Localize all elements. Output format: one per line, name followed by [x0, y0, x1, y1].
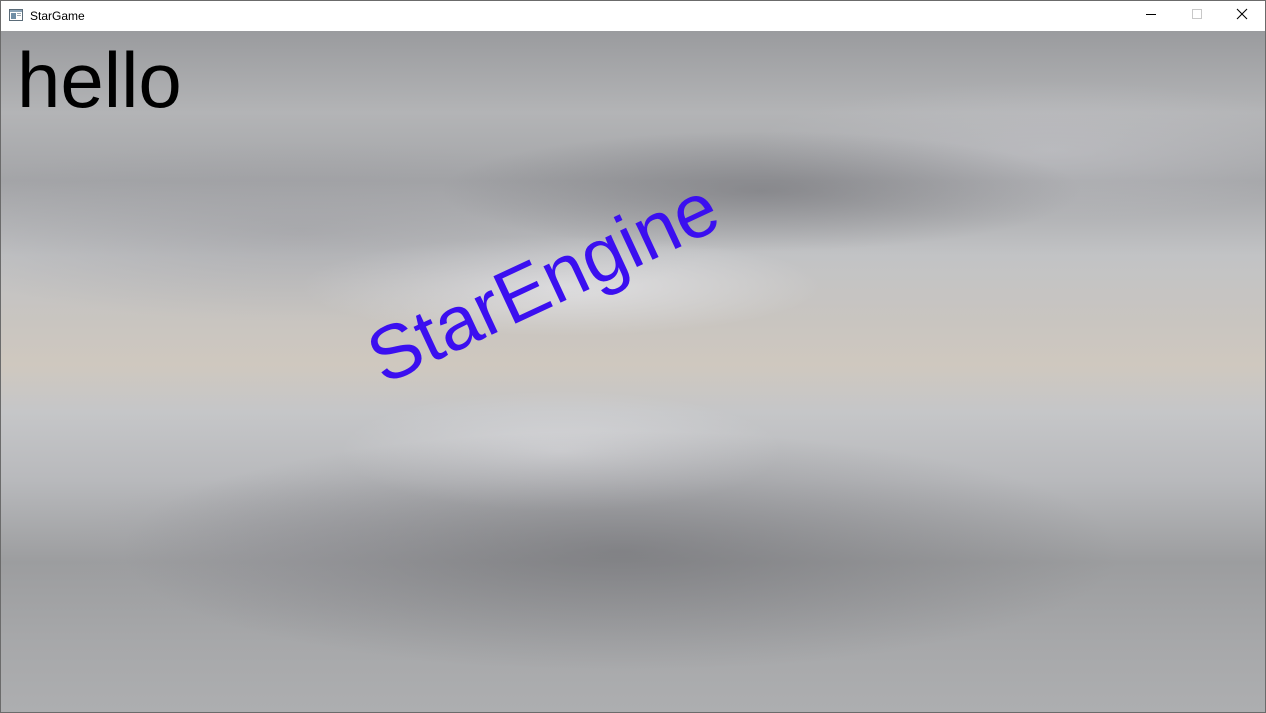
hello-label: hello: [17, 36, 182, 124]
window-title: StarGame: [30, 9, 85, 23]
starengine-label: StarEngine: [354, 164, 732, 401]
minimize-icon: [1145, 7, 1157, 25]
game-viewport[interactable]: hello StarEngine: [1, 31, 1265, 712]
title-bar[interactable]: StarGame: [1, 1, 1265, 31]
game-window: StarGame hello StarEngine: [0, 0, 1266, 713]
maximize-icon: [1191, 7, 1203, 25]
maximize-button[interactable]: [1174, 1, 1220, 31]
minimize-button[interactable]: [1128, 1, 1174, 31]
close-button[interactable]: [1219, 1, 1265, 31]
close-icon: [1236, 7, 1248, 25]
app-window-icon: [9, 8, 23, 22]
